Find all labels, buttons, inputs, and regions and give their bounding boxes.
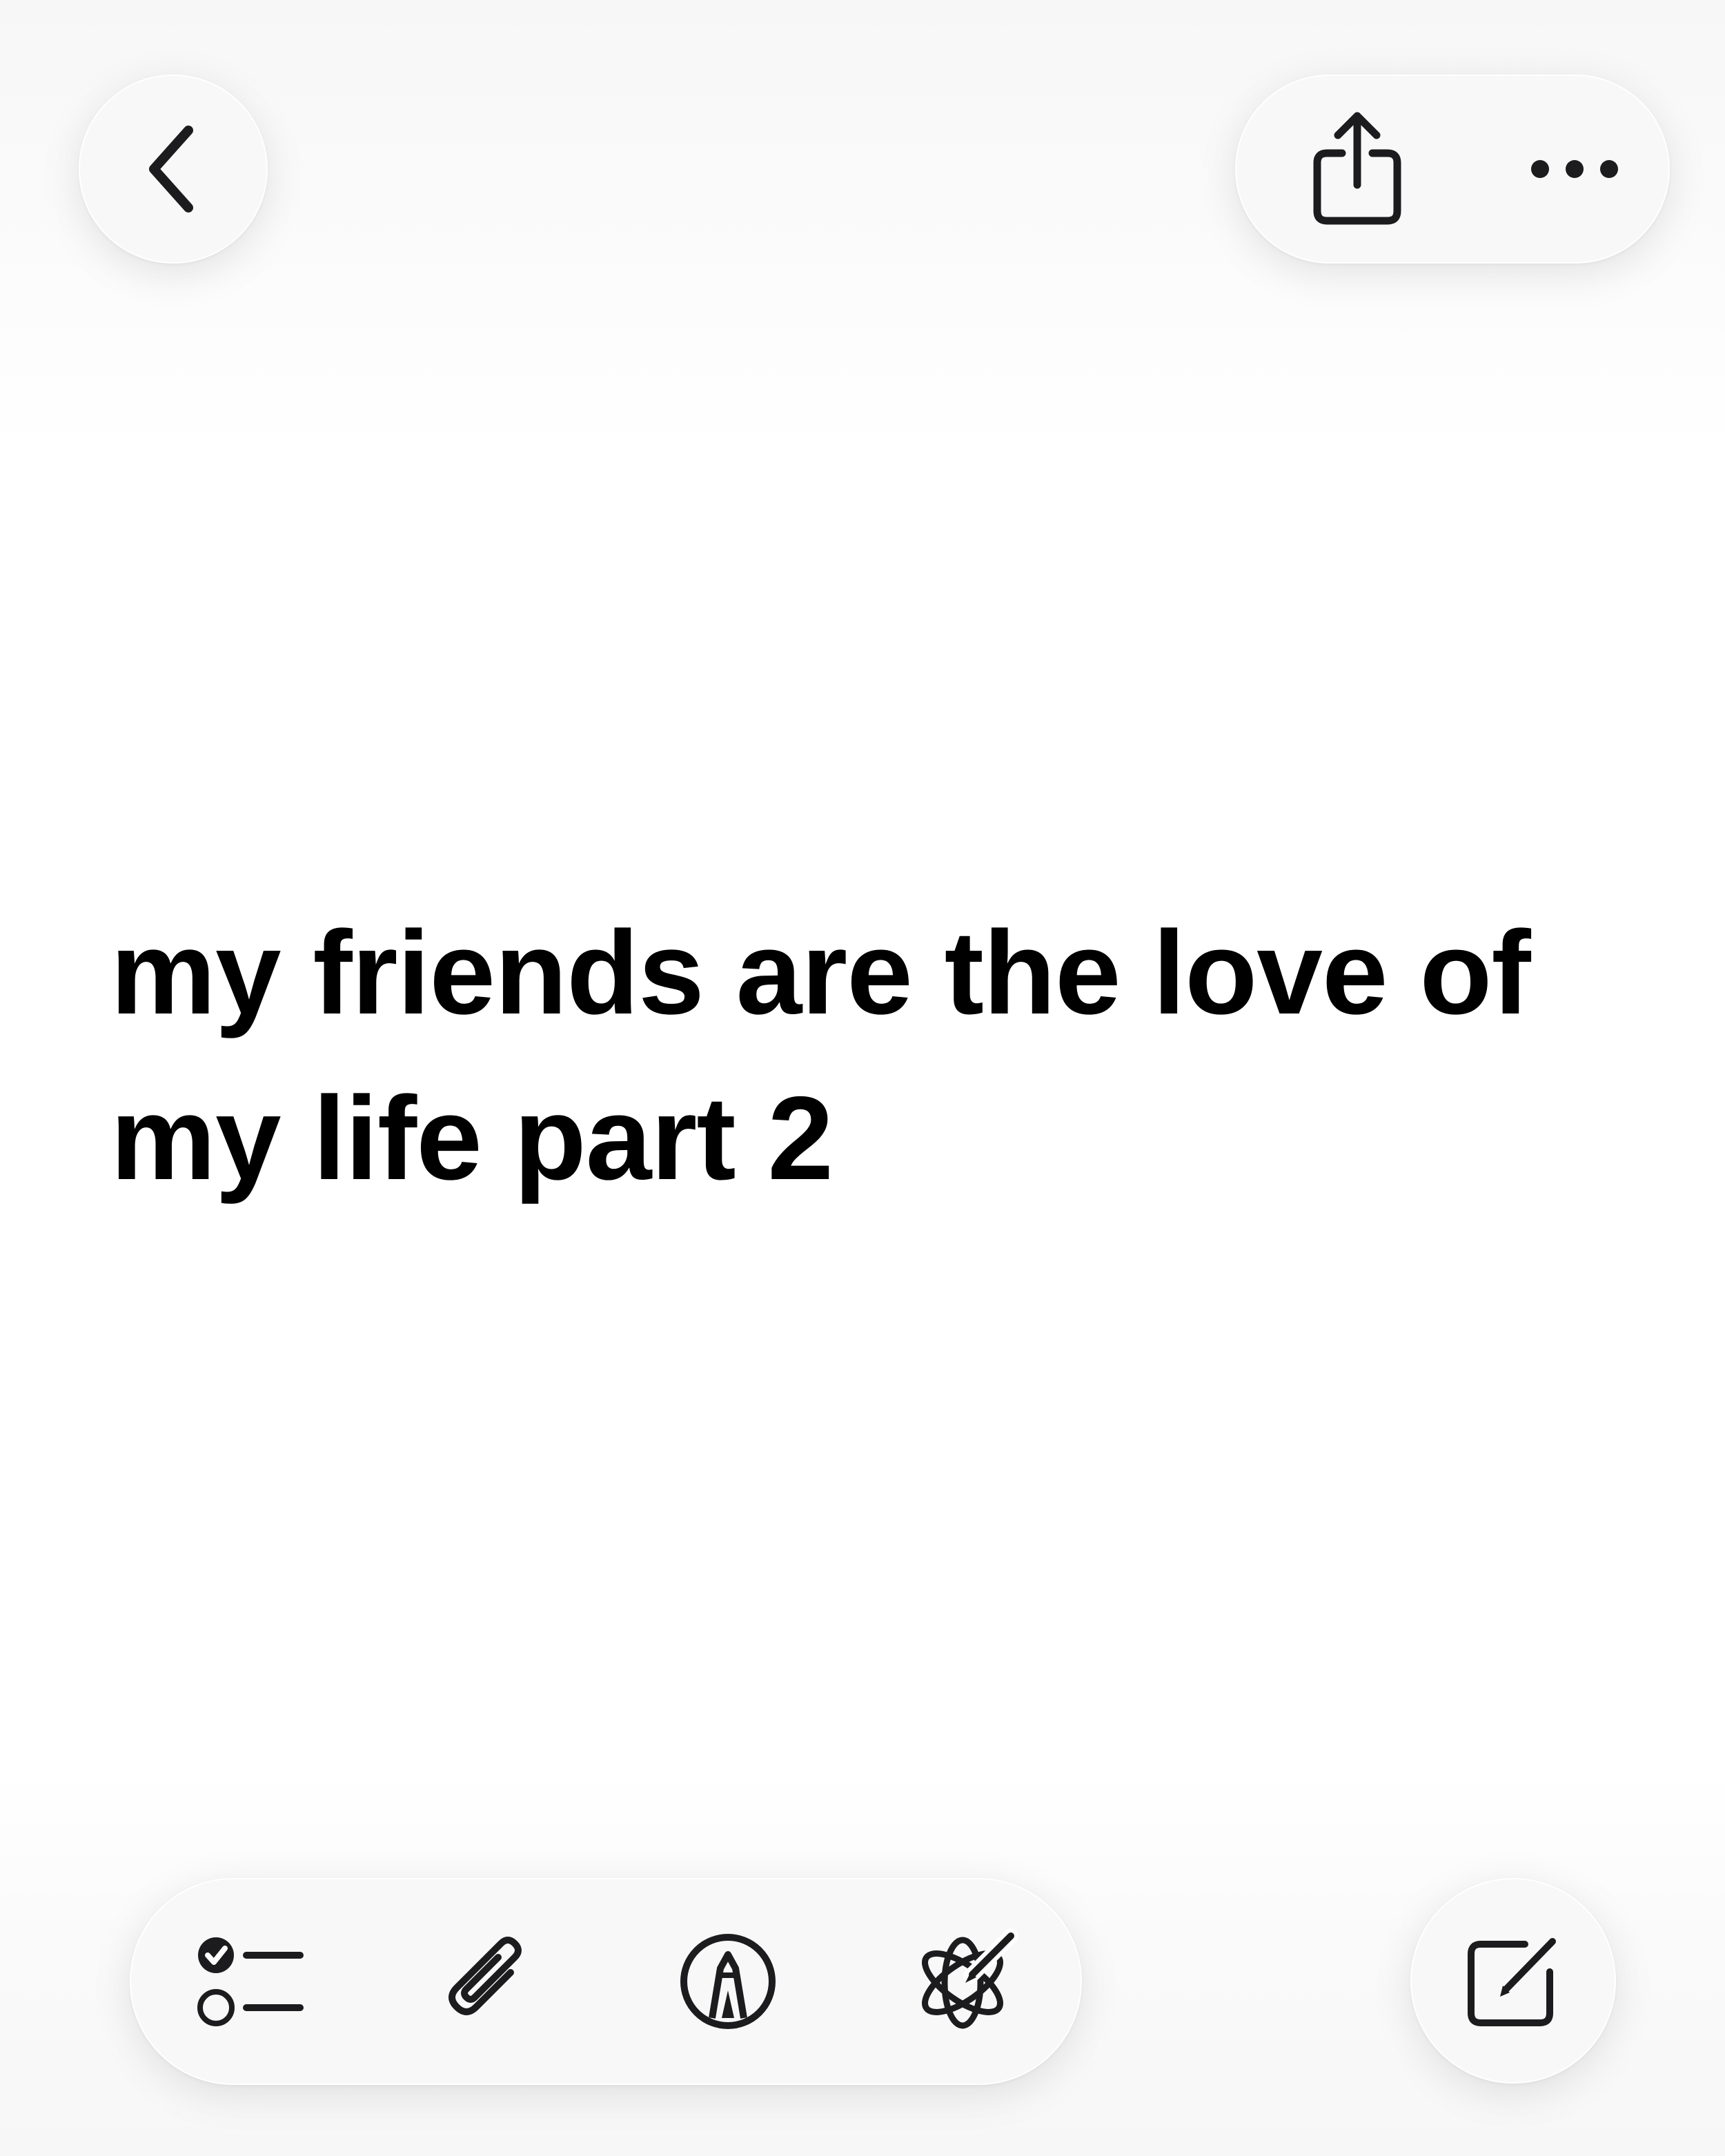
back-button[interactable] — [79, 75, 268, 264]
checklist-button[interactable] — [172, 1879, 331, 2084]
note-editor[interactable]: my friends are the love of my life part … — [110, 890, 1656, 1221]
attachment-button[interactable] — [407, 1879, 566, 2084]
writing-tools-button[interactable] — [883, 1879, 1049, 2084]
bottom-toolbar — [130, 1878, 1082, 2085]
top-actions-group — [1235, 75, 1670, 264]
more-button[interactable] — [1499, 76, 1650, 262]
pen-tip-circle-icon — [680, 1934, 776, 2029]
compose-button[interactable] — [1410, 1878, 1616, 2084]
apple-intelligence-icon — [921, 1928, 1018, 2029]
share-icon — [1313, 112, 1401, 225]
checklist-icon — [197, 1937, 304, 2026]
paperclip-icon — [448, 1937, 522, 2015]
markup-button[interactable] — [649, 1879, 807, 2084]
chevron-left-icon — [80, 76, 266, 262]
share-button[interactable] — [1278, 76, 1437, 262]
ellipsis-icon — [1531, 160, 1618, 178]
note-title[interactable]: my friends are the love of my life part … — [110, 890, 1656, 1221]
compose-icon — [1412, 1879, 1615, 2082]
